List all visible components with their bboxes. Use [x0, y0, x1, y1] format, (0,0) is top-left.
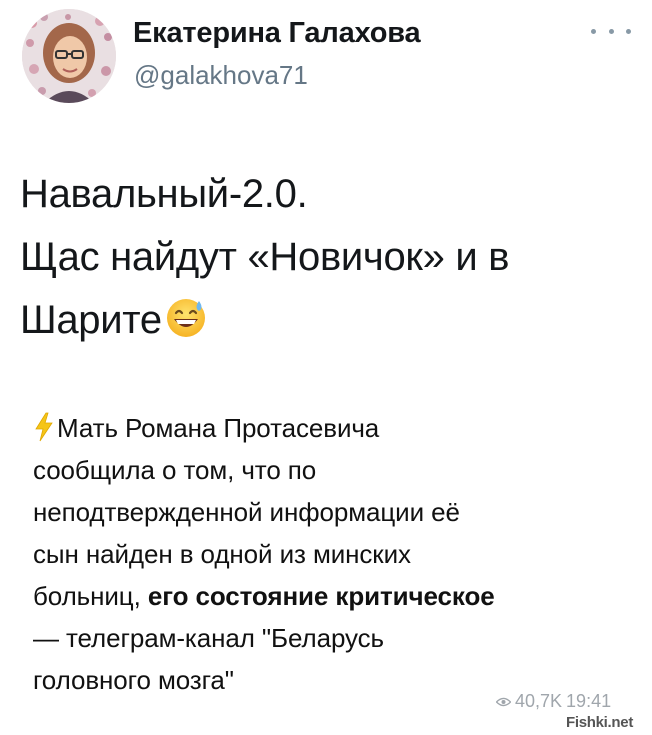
tweet-line-1: Навальный-2.0.	[20, 172, 308, 216]
quoted-line-5-bold: его состояние критическое	[147, 581, 495, 611]
avatar-image	[22, 9, 116, 103]
author-name[interactable]: Екатерина Галахова	[133, 17, 421, 50]
watermark: Fishki.net	[566, 714, 634, 731]
quoted-line-4: сын найден в одной из минских	[33, 539, 411, 569]
dot	[591, 28, 596, 34]
quoted-line-5: больниц, его состояние критическое	[33, 575, 633, 617]
quoted-line-6: — телеграм-канал "Беларусь	[33, 623, 384, 653]
quoted-line-1: Мать Романа Протасевича	[33, 407, 633, 449]
avatar[interactable]	[22, 9, 116, 103]
dot	[608, 28, 614, 34]
tweet-line-2: Щас найдут «Новичок» и в	[20, 235, 510, 279]
quoted-line-3: неподтвержденной информации её	[33, 497, 460, 527]
author-handle[interactable]: @galakhova71	[134, 60, 308, 91]
quoted-message: Мать Романа Протасевича сообщила о том, …	[33, 407, 633, 701]
tweet-card: Екатерина Галахова @galakhova71 Навальны…	[0, 0, 652, 735]
eye-views-icon	[496, 697, 511, 706]
quoted-line-1-text: Мать Романа Протасевича	[57, 413, 380, 443]
quoted-line-2: сообщила о том, что по	[33, 455, 317, 485]
tweet-line-3: Шарите	[20, 289, 630, 352]
more-options-icon[interactable]	[591, 22, 631, 40]
message-time: 19:41	[566, 691, 612, 711]
tweet-text: Навальный-2.0. Щас найдут «Новичок» и в …	[20, 163, 630, 352]
grinning-sweat-emoji-icon	[166, 299, 205, 337]
view-count: 40,7K	[515, 691, 563, 711]
lightning-bolt-icon	[35, 412, 53, 442]
quoted-line-5-plain: больниц,	[33, 581, 148, 611]
message-meta: 40,7K 19:41	[496, 691, 611, 712]
tweet-line-3-text: Шарите	[20, 298, 162, 342]
dot	[626, 28, 631, 34]
